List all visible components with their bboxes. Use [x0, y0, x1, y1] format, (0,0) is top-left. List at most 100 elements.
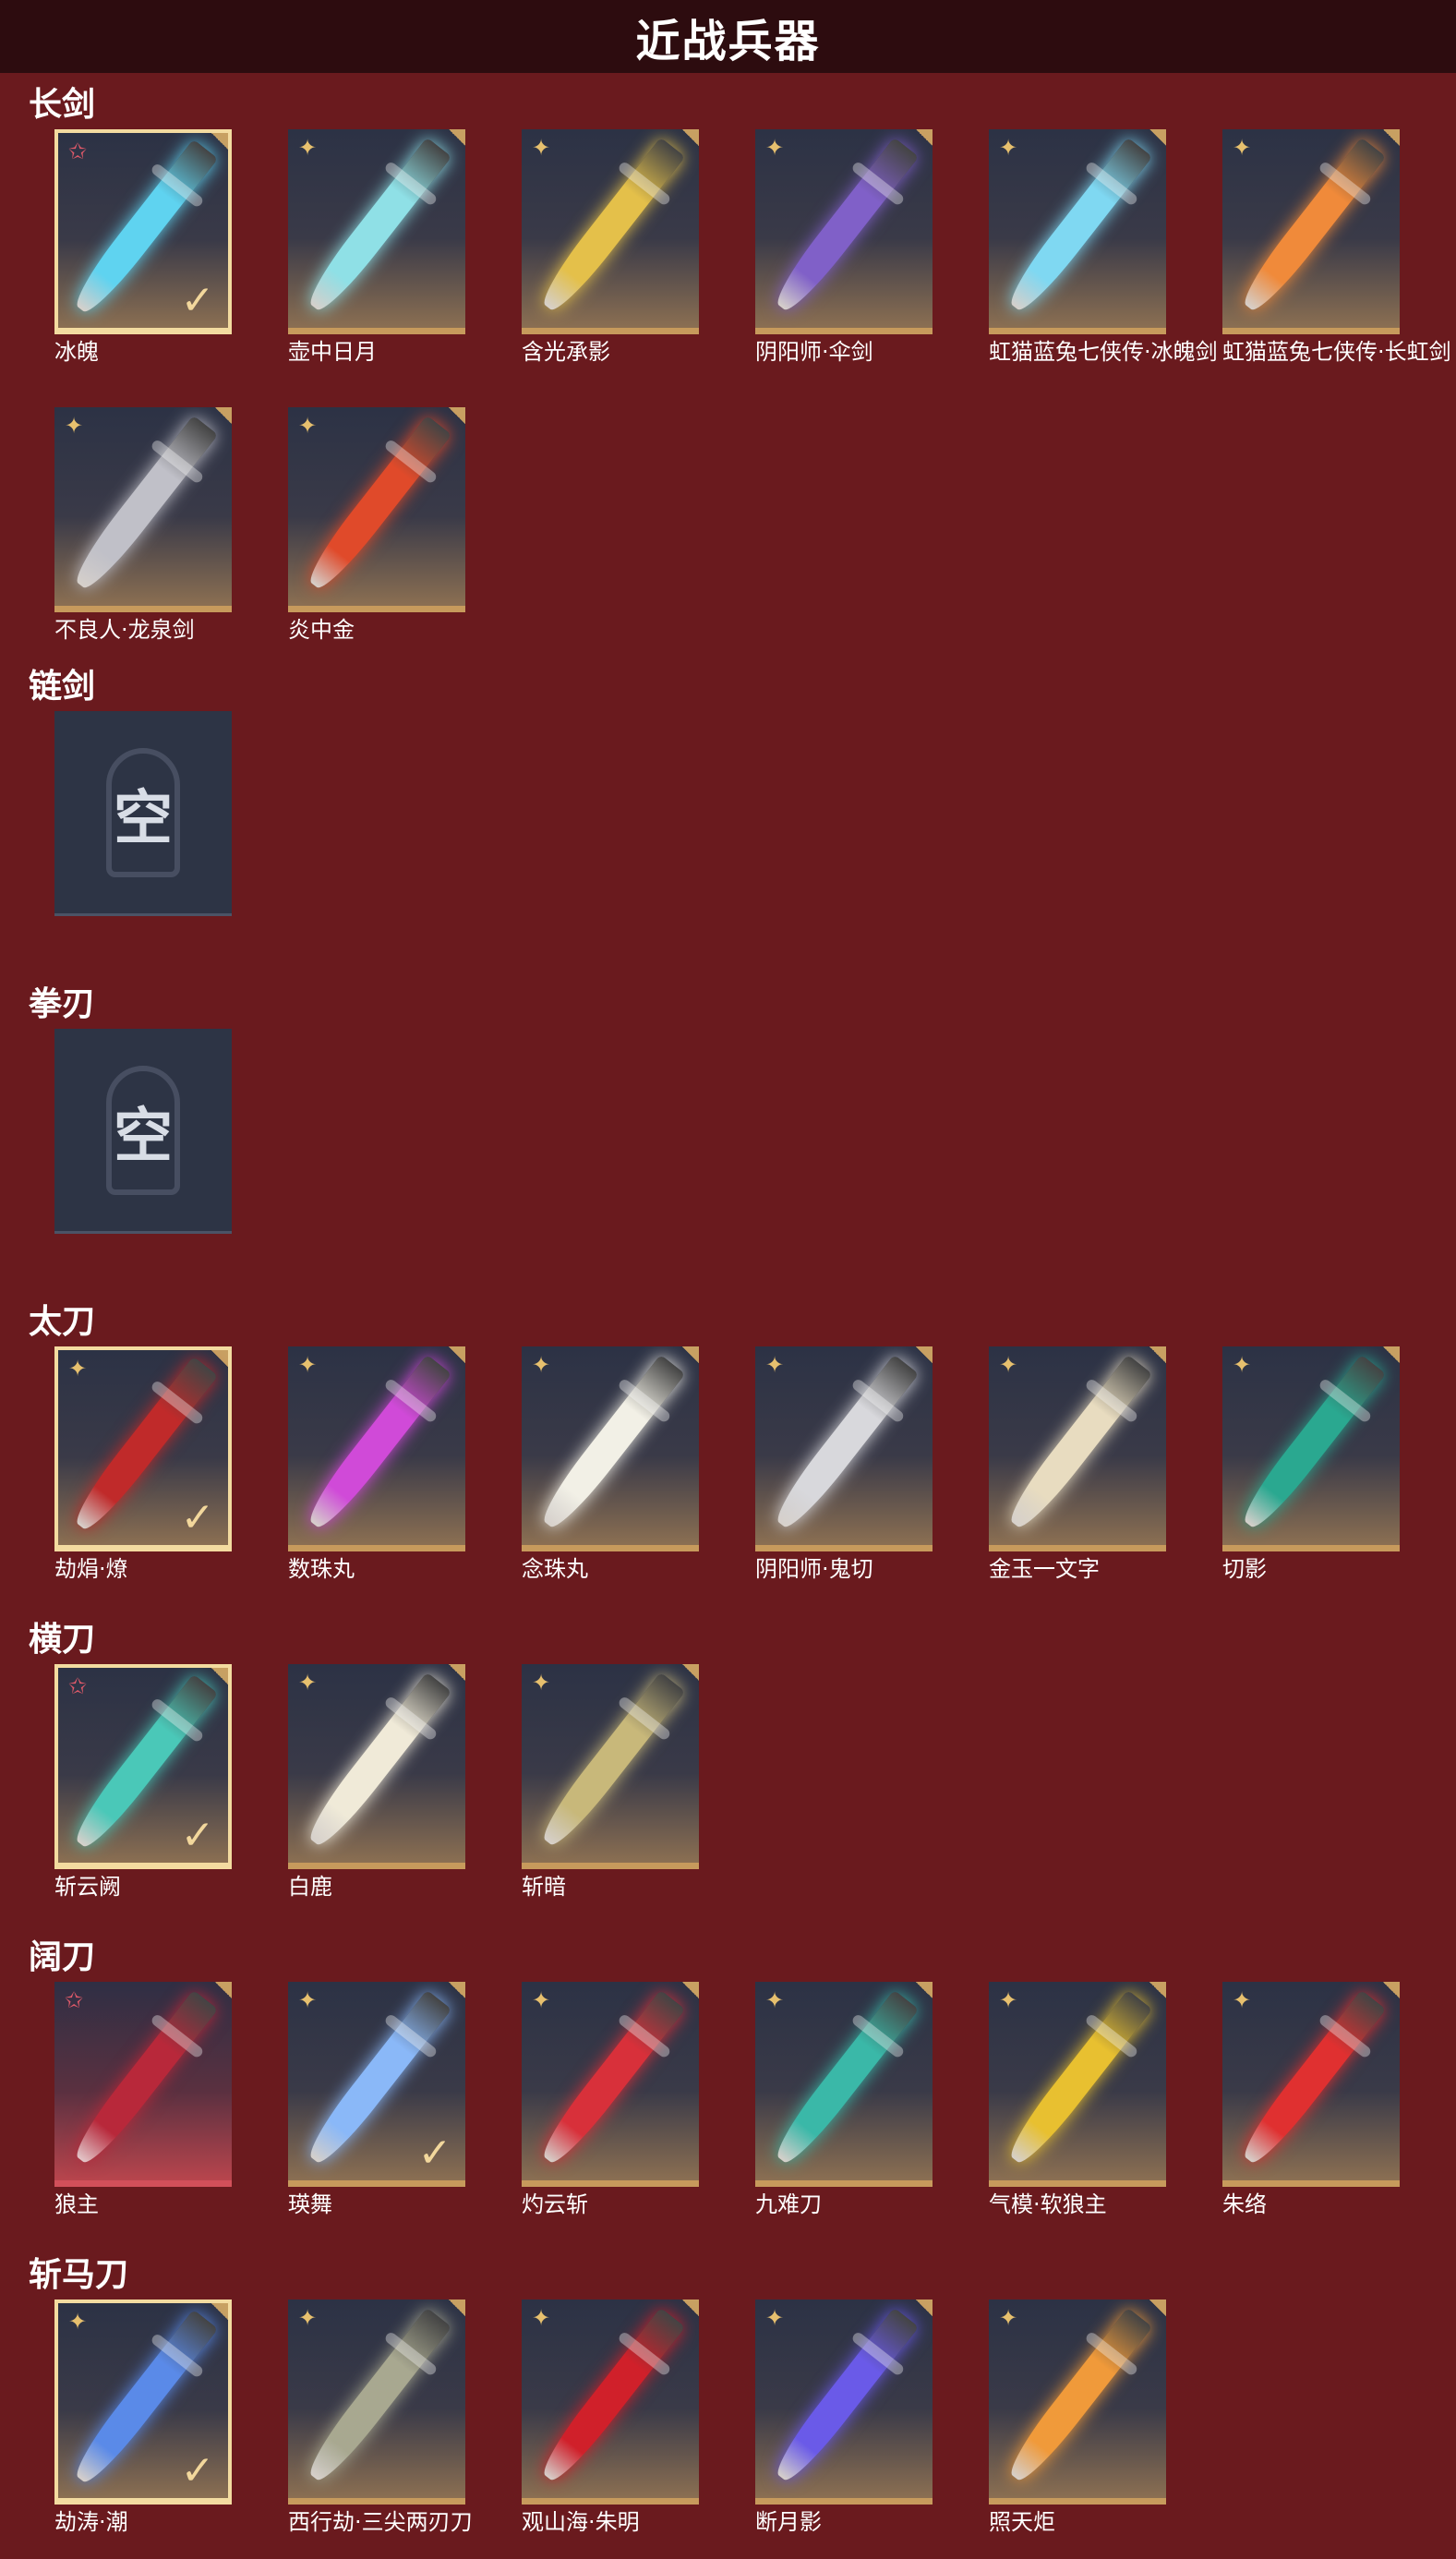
title-bar: 近战兵器 [0, 0, 1456, 73]
weapon-card[interactable]: ✦ 白鹿 [288, 1664, 465, 1900]
page-title: 近战兵器 [635, 15, 821, 67]
weapon-card[interactable]: ✦ 不良人·龙泉剑 [54, 407, 232, 643]
four-point-star-icon: ✦ [64, 414, 84, 439]
empty-weapon-slot[interactable]: 空 [54, 711, 232, 919]
weapon-card[interactable]: ✦ ✓ 劫焆·燎 [54, 1346, 232, 1582]
weapon-image [768, 1354, 920, 1534]
weapon-card[interactable]: ✩ ✓ 斩云阙 [54, 1664, 232, 1900]
four-point-star-icon: ✦ [764, 2306, 785, 2331]
check-icon: ✓ [180, 2448, 215, 2493]
card-frame: ✦ [288, 1664, 465, 1869]
card-frame: ✦ [755, 1346, 933, 1551]
empty-slot-text: 空 [114, 1103, 173, 1171]
weapon-card[interactable]: ✦ ✓ 瑛舞 [288, 1982, 465, 2217]
check-icon: ✓ [180, 278, 215, 323]
weapon-image [1002, 1354, 1153, 1534]
weapon-card[interactable]: ✦ ✓ 劫涛·潮 [54, 2299, 232, 2535]
weapon-card[interactable]: ✦ 九难刀 [755, 1982, 933, 2217]
corner-tab-icon [1149, 1982, 1166, 1998]
corner-tab-icon [682, 129, 699, 146]
card-frame: ✦ [522, 1664, 699, 1869]
weapon-card[interactable]: ✦ 切影 [1222, 1346, 1400, 1582]
weapon-image [535, 1354, 686, 1534]
weapon-card[interactable]: ✦ 朱络 [1222, 1982, 1400, 2217]
corner-tab-icon [211, 1350, 228, 1367]
card-frame: ✦ [288, 2299, 465, 2505]
weapon-card[interactable]: ✩ ✓ 冰魄 [54, 129, 232, 365]
card-frame: ✦ [989, 1982, 1166, 2187]
weapon-image [1002, 1989, 1153, 2169]
weapon-card[interactable]: ✦ 西行劫·三尖两刃刀 [288, 2299, 473, 2535]
weapon-card[interactable]: ✦ 炎中金 [288, 407, 465, 643]
weapon-card[interactable]: ✦ 观山海·朱明 [522, 2299, 699, 2535]
card-frame: ✦ [522, 129, 699, 334]
four-point-star-icon: ✦ [531, 2306, 551, 2331]
weapon-name: 照天炬 [989, 2509, 1055, 2535]
four-point-star-icon: ✦ [531, 1988, 551, 2013]
corner-tab-icon [1383, 1346, 1400, 1363]
weapon-name: 劫涛·潮 [54, 2509, 128, 2535]
corner-tab-icon [211, 2303, 228, 2320]
weapon-card[interactable]: ✦ 含光承影 [522, 129, 699, 365]
four-point-star-icon: ✦ [1232, 1353, 1252, 1378]
four-point-star-icon: ✦ [764, 1988, 785, 2013]
weapon-card[interactable]: ✦ 虹猫蓝兔七侠传·长虹剑 [1222, 129, 1451, 365]
weapon-card[interactable]: ✦ 虹猫蓝兔七侠传·冰魄剑 [989, 129, 1218, 365]
corner-tab-icon [449, 1346, 465, 1363]
red-star-icon: ✩ [67, 1674, 88, 1699]
weapon-card[interactable]: ✦ 阴阳师·伞剑 [755, 129, 933, 365]
card-frame: ✦ [1222, 1982, 1400, 2187]
weapon-image [535, 1672, 686, 1852]
weapon-image [768, 1989, 920, 2169]
four-point-star-icon: ✦ [67, 1357, 88, 1382]
weapon-card[interactable]: ✩ 狼主 [54, 1982, 232, 2217]
four-point-star-icon: ✦ [297, 1353, 318, 1378]
empty-weapon-slot[interactable]: 空 [54, 1029, 232, 1237]
weapon-name: 金玉一文字 [989, 1556, 1100, 1582]
corner-tab-icon [682, 2299, 699, 2316]
corner-tab-icon [449, 1664, 465, 1681]
corner-tab-icon [1149, 129, 1166, 146]
corner-tab-icon [1383, 1982, 1400, 1998]
weapon-name: 瑛舞 [288, 2191, 332, 2217]
four-point-star-icon: ✦ [297, 1988, 318, 2013]
four-point-star-icon: ✦ [67, 2310, 88, 2335]
card-frame: ✦ [1222, 129, 1400, 334]
weapon-image [301, 2307, 452, 2487]
weapon-name: 不良人·龙泉剑 [54, 617, 195, 643]
weapon-card[interactable]: ✦ 数珠丸 [288, 1346, 465, 1582]
card-frame: ✦ ✓ [288, 1982, 465, 2187]
card-frame: 空 [54, 711, 232, 916]
weapon-card[interactable]: ✦ 气模·软狼主 [989, 1982, 1166, 2217]
four-point-star-icon: ✦ [297, 2306, 318, 2331]
weapon-name: 炎中金 [288, 617, 355, 643]
weapon-card[interactable]: ✦ 照天炬 [989, 2299, 1166, 2535]
section-label: 横刀 [29, 1621, 96, 1659]
four-point-star-icon: ✦ [998, 1353, 1018, 1378]
card-frame: ✩ ✓ [54, 1664, 232, 1869]
card-frame: 空 [54, 1029, 232, 1234]
weapon-card[interactable]: ✦ 阴阳师·鬼切 [755, 1346, 933, 1582]
weapon-image [535, 137, 686, 317]
weapon-card[interactable]: ✦ 斩暗 [522, 1664, 699, 1900]
weapon-name: 气模·软狼主 [989, 2191, 1107, 2217]
weapon-card[interactable]: ✦ 金玉一文字 [989, 1346, 1166, 1582]
weapon-name: 狼主 [54, 2191, 99, 2217]
corner-tab-icon [215, 1982, 232, 1998]
weapon-card[interactable]: ✦ 壶中日月 [288, 129, 465, 365]
weapon-card[interactable]: ✦ 灼云斩 [522, 1982, 699, 2217]
weapon-name: 阴阳师·伞剑 [755, 339, 873, 365]
weapon-name: 九难刀 [755, 2191, 822, 2217]
weapon-image [535, 2307, 686, 2487]
four-point-star-icon: ✦ [531, 1353, 551, 1378]
corner-tab-icon [449, 129, 465, 146]
weapon-name: 虹猫蓝兔七侠传·长虹剑 [1222, 339, 1451, 365]
weapon-card[interactable]: ✦ 念珠丸 [522, 1346, 699, 1582]
card-frame: ✦ [1222, 1346, 1400, 1551]
section-label: 链剑 [29, 668, 96, 706]
card-frame: ✦ [522, 1346, 699, 1551]
weapon-image [1002, 2307, 1153, 2487]
weapon-card[interactable]: ✦ 断月影 [755, 2299, 933, 2535]
card-frame: ✦ [755, 1982, 933, 2187]
card-frame: ✩ ✓ [54, 129, 232, 334]
